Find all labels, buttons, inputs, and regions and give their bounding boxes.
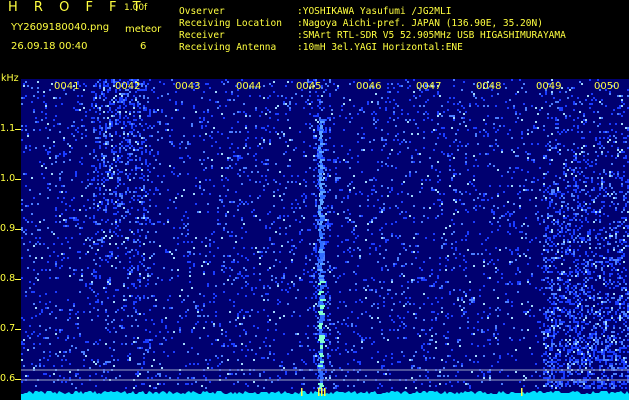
time-tick-label: 0042 bbox=[115, 81, 141, 92]
antenna-label: Receiving Antenna bbox=[179, 42, 277, 53]
event-marker bbox=[318, 388, 320, 396]
time-tick-label: 0050 bbox=[594, 81, 620, 92]
meteor-label: meteor bbox=[125, 24, 162, 35]
header-panel: H R O F F T 1.00f YY2609180040.png meteo… bbox=[0, 0, 629, 71]
location-value: :Nagoya Aichi-pref. JAPAN (136.90E, 35.2… bbox=[297, 18, 543, 29]
spectrogram-canvas bbox=[21, 79, 629, 400]
time-tick-label: 0045 bbox=[296, 81, 322, 92]
observer-value: :YOSHIKAWA Yasufumi /JG2MLI bbox=[297, 6, 452, 17]
meteor-count: 6 bbox=[140, 41, 147, 52]
observer-label: Ovserver bbox=[179, 6, 225, 17]
time-tick-label: 0046 bbox=[356, 81, 382, 92]
receiver-value: :SMArt RTL-SDR V5 52.905MHz USB HIGASHIM… bbox=[297, 30, 566, 41]
freq-tick-label: 0.6 bbox=[0, 373, 16, 384]
event-marker bbox=[324, 388, 326, 396]
freq-tick-label: 0.9 bbox=[0, 223, 16, 234]
datetime-label: 26.09.18 00:40 bbox=[11, 41, 88, 52]
frequency-unit-label: kHz bbox=[1, 73, 19, 84]
time-tick-label: 0043 bbox=[175, 81, 201, 92]
filename-label: YY2609180040.png bbox=[11, 22, 110, 33]
version-label: 1.00f bbox=[124, 3, 148, 13]
time-tick-label: 0047 bbox=[416, 81, 442, 92]
time-tick-label: 0048 bbox=[476, 81, 502, 92]
location-label: Receiving Location bbox=[179, 18, 282, 29]
freq-tick-label: 0.7 bbox=[0, 323, 16, 334]
time-tick-label: 0044 bbox=[236, 81, 262, 92]
spectrogram bbox=[21, 79, 629, 400]
freq-tick-label: 1.0 bbox=[0, 173, 16, 184]
event-marker bbox=[301, 388, 303, 396]
event-marker bbox=[521, 388, 523, 396]
freq-tick-label: 1.1 bbox=[0, 123, 16, 134]
freq-tick-label: 0.8 bbox=[0, 273, 16, 284]
receiver-label: Receiver bbox=[179, 30, 225, 41]
time-tick-label: 0049 bbox=[536, 81, 562, 92]
event-marker bbox=[321, 388, 323, 396]
antenna-value: :10mH 3el.YAGI Horizontal:ENE bbox=[297, 42, 463, 53]
time-tick-label: 0041 bbox=[54, 81, 80, 92]
